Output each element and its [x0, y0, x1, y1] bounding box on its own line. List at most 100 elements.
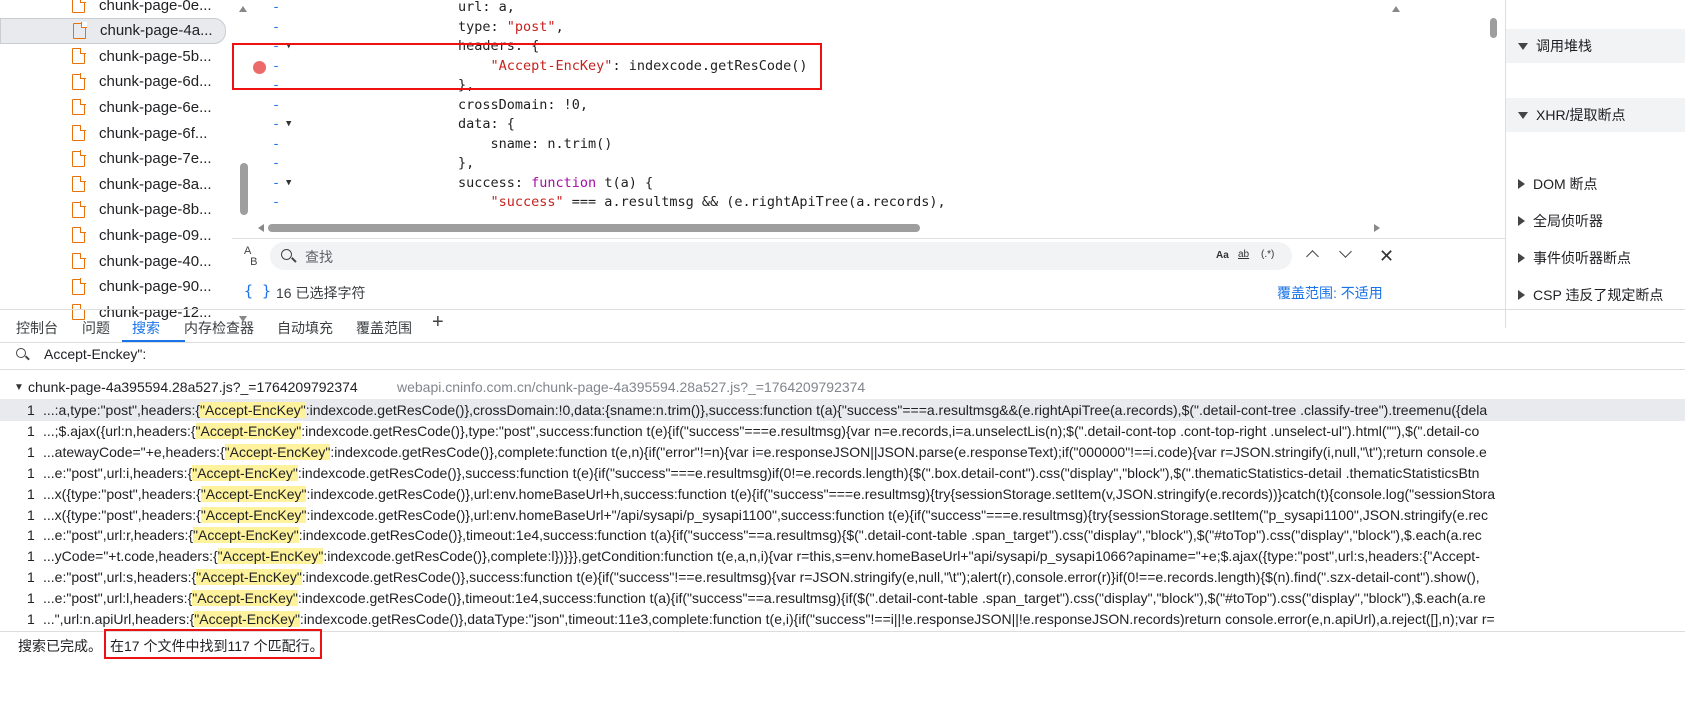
- file-tree-item[interactable]: chunk-page-0e...: [0, 0, 226, 18]
- file-tree-item[interactable]: chunk-page-09...: [0, 222, 226, 248]
- sidebar-section-header[interactable]: CSP 违反了规定断点: [1506, 278, 1685, 312]
- file-tree-scroll-thumb[interactable]: [240, 163, 248, 215]
- sidebar-section-header[interactable]: DOM 断点: [1506, 167, 1685, 201]
- gutter-marker: -: [272, 155, 281, 171]
- file-tree-item-label: chunk-page-8b...: [99, 201, 212, 219]
- code-string: "success": [490, 194, 564, 210]
- add-tab-icon[interactable]: +: [432, 311, 444, 334]
- collapse-file-icon[interactable]: ▼: [14, 382, 24, 393]
- code-line[interactable]: - sname: n.trim(): [252, 134, 1500, 155]
- file-icon: [72, 201, 86, 218]
- search-result-row[interactable]: 1 ...x({type:"post",headers:{"Accept-EncK…: [0, 483, 1685, 505]
- file-icon: [72, 252, 86, 269]
- file-tree-item[interactable]: chunk-page-40...: [0, 248, 226, 274]
- search-result-row[interactable]: 1 ...e:"post",url:s,headers:{"Accept-EncK…: [0, 566, 1685, 588]
- code-line[interactable]: - type: "post",: [252, 17, 1500, 38]
- search-result-row[interactable]: 1 ...atewayCode="+e,headers:{"Accept-EncK…: [0, 441, 1685, 463]
- fold-toggle-icon[interactable]: ▼: [286, 173, 291, 194]
- code-text: "success" === a.resultmsg && (e.rightApi…: [458, 192, 946, 213]
- result-match: "Accept-EncKey": [196, 569, 302, 586]
- result-line-number: 1: [27, 506, 35, 523]
- result-line-number: 1: [27, 527, 35, 544]
- regex-icon[interactable]: (.*): [1261, 249, 1274, 260]
- code-line[interactable]: - url: a,: [252, 0, 1500, 18]
- editor-scroll-up-icon[interactable]: [1392, 6, 1400, 12]
- file-tree-item[interactable]: chunk-page-6d...: [0, 69, 226, 95]
- gutter-marker: -: [272, 0, 281, 15]
- scroll-up-arrow-icon[interactable]: [239, 6, 247, 12]
- result-text: ...;$.ajax({url:n,headers:{"Accept-EncKe…: [43, 420, 1479, 442]
- fold-toggle-icon[interactable]: ▼: [286, 114, 291, 135]
- file-icon: [73, 22, 87, 39]
- result-text: ...e:"post",url:s,headers:{"Accept-EncKe…: [43, 566, 1480, 588]
- file-tree-item[interactable]: chunk-page-6e...: [0, 94, 226, 120]
- file-tree-item[interactable]: chunk-page-7e...: [0, 146, 226, 172]
- search-query-input[interactable]: Accept-Enckey":: [44, 346, 146, 362]
- gutter-marker: -: [272, 96, 281, 113]
- find-input-container[interactable]: [270, 242, 1292, 270]
- search-result-row[interactable]: 1 ...",url:n.apiUrl,headers:{"Accept-EncK…: [0, 608, 1685, 630]
- code-token: },: [458, 155, 475, 171]
- search-result-row[interactable]: 1 ...:a,type:"post",headers:{"Accept-EncK…: [0, 399, 1685, 421]
- result-match: "Accept-EncKey": [200, 485, 307, 502]
- code-token: sname: n.trim(): [458, 135, 613, 152]
- editor-vertical-scroll-thumb[interactable]: [1490, 18, 1497, 38]
- close-find-icon[interactable]: ✕: [1379, 247, 1394, 265]
- tab-2[interactable]: 搜索: [132, 318, 160, 338]
- file-tree-item[interactable]: chunk-page-4a...: [0, 17, 226, 44]
- editor-horizontal-scroll-thumb[interactable]: [268, 224, 920, 232]
- code-token: url: a,: [458, 0, 515, 15]
- result-suffix: :indexcode.getResCode()},complete:functi…: [330, 443, 1487, 460]
- code-line[interactable]: - ▼ success: function t(a) {: [252, 173, 1500, 194]
- replace-toggle-icon[interactable]: A B: [244, 246, 257, 268]
- code-line[interactable]: - crossDomain: !0,: [252, 95, 1500, 116]
- search-result-row[interactable]: 1 ...;$.ajax({url:n,headers:{"Accept-EncK…: [0, 420, 1685, 442]
- file-tree-item[interactable]: chunk-page-6f...: [0, 120, 226, 146]
- pretty-print-icon[interactable]: { }: [244, 282, 271, 300]
- scroll-left-arrow-icon[interactable]: [258, 224, 264, 232]
- result-file-name[interactable]: chunk-page-4a395594.28a527.js?_=17642097…: [28, 379, 358, 395]
- sidebar-section-header[interactable]: 调用堆栈: [1506, 29, 1685, 63]
- search-result-row[interactable]: 1 ...e:"post",url:r,headers:{"Accept-EncK…: [0, 524, 1685, 546]
- result-suffix: :indexcode.getResCode()},crossDomain:!0,…: [305, 402, 1488, 418]
- result-prefix: ...atewayCode="+e,headers:{: [43, 443, 225, 460]
- file-tree-item[interactable]: chunk-page-5b...: [0, 43, 226, 69]
- code-line[interactable]: - ▼ data: {: [252, 114, 1500, 135]
- code-token: crossDomain: !0,: [458, 96, 589, 113]
- sidebar-section-header[interactable]: XHR/提取断点: [1506, 98, 1685, 132]
- coverage-status[interactable]: 覆盖范围: 不适用: [1277, 283, 1383, 303]
- scroll-right-arrow-icon[interactable]: [1374, 224, 1380, 232]
- search-result-row[interactable]: 1 ...x({type:"post",headers:{"Accept-EncK…: [0, 504, 1685, 526]
- result-prefix: ...:a,type:"post",headers:{: [43, 402, 201, 418]
- search-result-row[interactable]: 1 ...e:"post",url:l,headers:{"Accept-EncK…: [0, 587, 1685, 609]
- result-prefix: ...e:"post",url:i,headers:{: [43, 464, 193, 481]
- gutter-marker: -: [272, 174, 281, 191]
- code-token: data: {: [458, 116, 515, 132]
- sidebar-section-header[interactable]: 全局侦听器: [1506, 204, 1685, 238]
- result-suffix: :indexcode.getResCode()},timeout:1e4,suc…: [298, 527, 1482, 544]
- code-line[interactable]: -},: [252, 153, 1500, 174]
- tab-0[interactable]: 控制台: [16, 318, 58, 338]
- annotation-highlight-code: [232, 43, 822, 90]
- code-text: url: a,: [458, 0, 515, 18]
- code-line[interactable]: - "success" === a.resultmsg && (e.rightA…: [252, 192, 1500, 213]
- result-prefix: ...x({type:"post",headers:{: [43, 506, 201, 523]
- match-case-icon[interactable]: Aa: [1216, 250, 1229, 261]
- tab-5[interactable]: 覆盖范围: [356, 318, 412, 338]
- file-tree-item[interactable]: chunk-page-8b...: [0, 197, 226, 223]
- tab-1[interactable]: 问题: [82, 318, 110, 338]
- sidebar-section-header[interactable]: 事件侦听器断点: [1506, 241, 1685, 275]
- search-result-row[interactable]: 1 ...yCode="+t.code,headers:{"Accept-EncK…: [0, 545, 1685, 567]
- file-tree-item[interactable]: chunk-page-90...: [0, 274, 226, 300]
- result-text: ...atewayCode="+e,headers:{"Accept-EncKe…: [43, 441, 1487, 463]
- result-match: "Accept-EncKey": [200, 402, 306, 418]
- file-tree-item[interactable]: chunk-page-8a...: [0, 171, 226, 197]
- search-query-bar[interactable]: [0, 342, 1685, 370]
- tab-3[interactable]: 内存检查器: [184, 318, 254, 338]
- find-input[interactable]: 查找: [305, 247, 333, 267]
- whole-word-icon[interactable]: ab: [1238, 249, 1249, 260]
- source-editor[interactable]: - url: a, - type: "post", - ▼ headers: {- "Acc…: [252, 0, 1500, 255]
- tab-4[interactable]: 自动填充: [277, 318, 333, 338]
- code-text: type: "post",: [458, 17, 564, 38]
- search-result-row[interactable]: 1 ...e:"post",url:i,headers:{"Accept-EncK…: [0, 462, 1685, 484]
